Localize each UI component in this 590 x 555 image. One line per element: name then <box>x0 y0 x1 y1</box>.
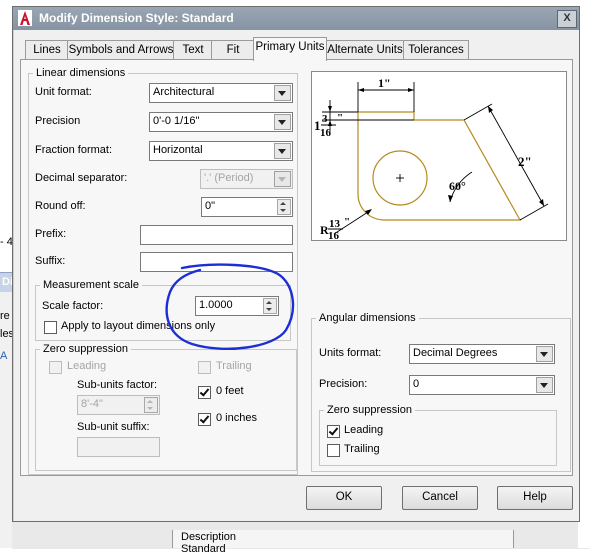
decimal-separator-value: '.' (Period) <box>204 172 254 184</box>
angular-trailing-checkbox[interactable] <box>327 444 340 457</box>
subunits-factor-label: Sub-units factor: <box>77 379 158 391</box>
precision-label: Precision <box>35 115 81 127</box>
tab-lines[interactable]: Lines <box>25 40 69 60</box>
subunit-suffix-label: Sub-unit suffix: <box>77 421 150 433</box>
chevron-down-icon[interactable] <box>274 171 291 187</box>
linear-trailing-checkbox[interactable] <box>198 361 211 374</box>
linear-trailing-label: Trailing <box>216 360 252 372</box>
angular-units-format-select[interactable]: Decimal Degrees <box>409 344 555 364</box>
preview-dim-radius-denominator: 16 <box>328 230 340 240</box>
preview-dim-top: 1" <box>378 76 391 90</box>
round-off-label: Round off: <box>35 200 86 212</box>
tab-fit[interactable]: Fit <box>211 40 255 60</box>
ok-button[interactable]: OK <box>306 486 382 510</box>
tab-symbols-and-arrows[interactable]: Symbols and Arrows <box>67 40 175 60</box>
background-text-fragment: A <box>0 350 8 362</box>
preview-dim-angle: 60° <box>449 179 466 193</box>
tab-primary-units[interactable]: Primary Units <box>253 37 327 61</box>
fraction-format-value: Horizontal <box>153 144 203 156</box>
cancel-button[interactable]: Cancel <box>402 486 478 510</box>
fraction-format-label: Fraction format: <box>35 144 113 156</box>
precision-select[interactable]: 0'-0 1/16" <box>149 112 293 132</box>
background-window-titlebar: Di <box>0 272 13 293</box>
dimension-preview: 1" 1 3 16 " 2" 60° R 13 16 " <box>311 71 567 242</box>
prefix-label: Prefix: <box>35 228 67 240</box>
preview-outline <box>357 111 522 221</box>
subunits-factor-spinner[interactable] <box>144 397 158 413</box>
annotation-circle <box>165 263 295 350</box>
preview-dim-right: 2" <box>518 154 532 169</box>
zero-feet-checkbox[interactable] <box>198 386 211 399</box>
angular-dimensions-group-label: Angular dimensions <box>316 312 419 324</box>
round-off-field[interactable]: 0" <box>201 197 293 217</box>
chevron-down-icon[interactable] <box>274 114 291 130</box>
subunits-factor-value: 8'-4" <box>81 398 103 410</box>
tab-alternate-units[interactable]: Alternate Units <box>325 40 405 60</box>
zero-feet-label: 0 feet <box>216 385 244 397</box>
background-description-header: Description <box>181 531 237 543</box>
subunit-suffix-input[interactable] <box>77 437 160 457</box>
linear-dimensions-group-label: Linear dimensions <box>33 67 129 79</box>
chevron-down-icon[interactable] <box>274 143 291 159</box>
zero-inches-checkbox[interactable] <box>198 413 211 426</box>
angular-leading-label: Leading <box>344 424 384 436</box>
angular-units-format-value: Decimal Degrees <box>413 347 498 359</box>
fraction-format-select[interactable]: Horizontal <box>149 141 293 161</box>
angular-zero-suppression-group: Zero suppression <box>319 404 557 466</box>
unit-format-label: Unit format: <box>35 86 92 98</box>
tab-text[interactable]: Text <box>173 40 213 60</box>
suffix-label: Suffix: <box>35 255 66 267</box>
angular-precision-value: 0 <box>413 378 420 390</box>
angular-precision-label: Precision: <box>319 378 368 390</box>
preview-dim-left-numerator: 3 <box>322 113 328 125</box>
background-text-fragment: - 4 <box>0 236 13 248</box>
angular-precision-select[interactable]: 0 <box>409 375 555 395</box>
decimal-separator-select[interactable]: '.' (Period) <box>200 169 293 189</box>
dialog-titlebar[interactable]: Modify Dimension Style: Standard X <box>13 7 579 30</box>
prefix-input[interactable] <box>140 225 293 245</box>
tab-tolerances[interactable]: Tolerances <box>403 40 469 60</box>
chevron-down-icon[interactable] <box>536 346 553 362</box>
round-off-spinner[interactable] <box>277 199 291 215</box>
close-button[interactable]: X <box>557 10 577 28</box>
background-description-value: Standard <box>181 543 226 555</box>
background-text-fragment: re <box>0 310 10 322</box>
angular-trailing-label: Trailing <box>344 443 380 455</box>
measurement-scale-group-label: Measurement scale <box>40 279 142 291</box>
chevron-down-icon[interactable] <box>536 377 553 393</box>
unit-format-select[interactable]: Architectural <box>149 83 293 103</box>
dialog-title: Modify Dimension Style: Standard <box>39 11 234 25</box>
linear-zero-suppression-group-label: Zero suppression <box>40 343 131 355</box>
help-button[interactable]: Help <box>497 486 573 510</box>
subunits-factor-field[interactable]: 8'-4" <box>77 395 160 415</box>
round-off-value: 0" <box>205 200 216 212</box>
background-description-column: Description Standard <box>172 530 514 555</box>
linear-leading-label: Leading <box>67 360 107 372</box>
apply-layout-checkbox[interactable] <box>44 321 57 334</box>
precision-value: 0'-0 1/16" <box>153 115 200 127</box>
preview-dim-radius-unit: " <box>344 216 350 228</box>
linear-leading-checkbox[interactable] <box>49 361 62 374</box>
preview-dim-left-unit: " <box>337 112 343 124</box>
angular-leading-checkbox[interactable] <box>327 425 340 438</box>
chevron-down-icon[interactable] <box>274 85 291 101</box>
zero-inches-label: 0 inches <box>216 412 257 424</box>
preview-dimension-lines <box>322 82 549 235</box>
decimal-separator-label: Decimal separator: <box>35 172 128 184</box>
angular-zero-suppression-group-label: Zero suppression <box>324 404 415 416</box>
preview-arrowheads <box>328 88 544 215</box>
preview-drawing: 1" 1 3 16 " 2" 60° R 13 16 " <box>314 76 549 242</box>
preview-dim-radius-numerator: 13 <box>329 218 341 230</box>
unit-format-value: Architectural <box>153 86 215 98</box>
angular-units-format-label: Units format: <box>319 347 382 359</box>
preview-dim-left-denominator: 16 <box>320 127 332 139</box>
scale-factor-label: Scale factor: <box>42 300 104 312</box>
autocad-app-icon <box>18 10 32 26</box>
